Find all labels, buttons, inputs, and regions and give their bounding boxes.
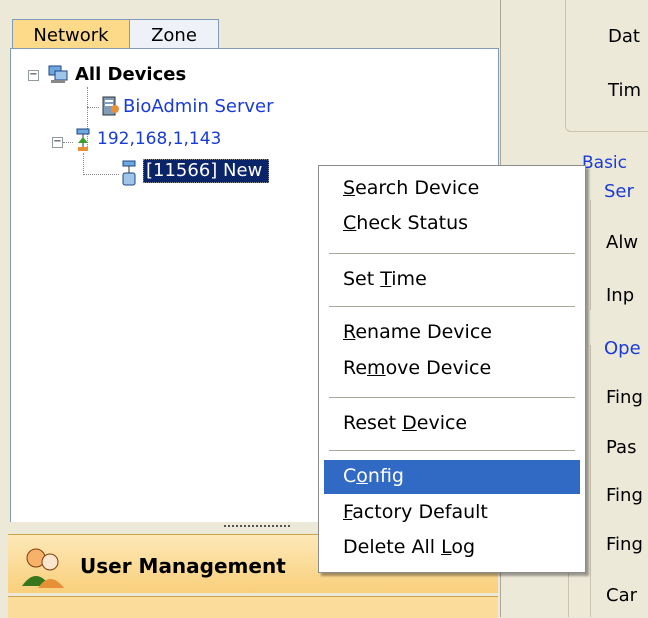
next-sidebar-section[interactable] [8, 596, 498, 618]
users-icon [20, 546, 66, 588]
fing-label-2: Fing [606, 485, 643, 506]
ope-label: Ope [604, 338, 641, 359]
tree-line [83, 153, 84, 175]
collapse-root-toggle[interactable]: − [28, 70, 39, 81]
ser-label: Ser [604, 181, 634, 202]
collapse-ip-toggle[interactable]: − [52, 137, 63, 148]
menu-item-reset-device[interactable]: Reset Device [343, 412, 467, 434]
menu-separator [329, 306, 575, 307]
groupbox-line [590, 345, 591, 617]
inp-label: Inp [606, 285, 635, 306]
tree-node-selected-device[interactable]: [11566] New [143, 159, 270, 183]
tree-line [83, 174, 119, 175]
menu-item-delete-all-log[interactable]: Delete All Log [343, 536, 475, 558]
groupbox-top [565, 0, 648, 132]
splitter-grip[interactable] [224, 525, 290, 531]
car-label: Car [606, 585, 637, 606]
context-menu: Search Device Check Status Set Time Rena… [318, 165, 586, 573]
menu-item-search-device[interactable]: Search Device [343, 177, 479, 199]
label-dat: Dat [608, 26, 640, 47]
menu-item-factory-default[interactable]: Factory Default [343, 501, 488, 523]
menu-item-rename-device[interactable]: Rename Device [343, 321, 492, 343]
device-icon [119, 159, 141, 187]
menu-separator [329, 253, 575, 254]
selected-device-label: [11566] New [143, 159, 270, 183]
menu-item-remove-device[interactable]: Remove Device [343, 357, 491, 379]
basic-group-label: Basic [582, 153, 628, 173]
all-devices-icon [47, 64, 69, 84]
groupbox-line [590, 200, 591, 310]
tree-line [63, 142, 73, 143]
tree-line [87, 107, 99, 108]
menu-item-config[interactable]: Config [343, 465, 404, 487]
server-icon [99, 95, 121, 117]
fing-label-3: Fing [606, 534, 643, 555]
tab-zone[interactable]: Zone [129, 19, 219, 49]
menu-item-set-time[interactable]: Set Time [343, 268, 427, 290]
tree-node-ip[interactable]: 192,168,1,143 [97, 129, 221, 149]
fing-label-1: Fing [606, 387, 643, 408]
user-management-label: User Management [80, 554, 286, 578]
tree-node-bioadmin-server[interactable]: BioAdmin Server [123, 96, 273, 117]
tab-network-label: Network [33, 25, 109, 46]
tree-node-all-devices[interactable]: All Devices [75, 64, 186, 85]
alw-label: Alw [606, 232, 639, 253]
server-label: BioAdmin Server [123, 96, 274, 117]
pas-label: Pas [606, 437, 637, 458]
menu-separator [329, 450, 575, 451]
menu-separator [329, 397, 575, 398]
network-node-icon [73, 127, 95, 153]
label-tim: Tim [608, 80, 641, 101]
all-devices-label: All Devices [75, 64, 187, 85]
tab-zone-label: Zone [151, 25, 197, 46]
tab-network[interactable]: Network [12, 19, 130, 49]
ip-label: 192,168,1,143 [97, 129, 222, 149]
menu-item-check-status[interactable]: Check Status [343, 212, 468, 234]
